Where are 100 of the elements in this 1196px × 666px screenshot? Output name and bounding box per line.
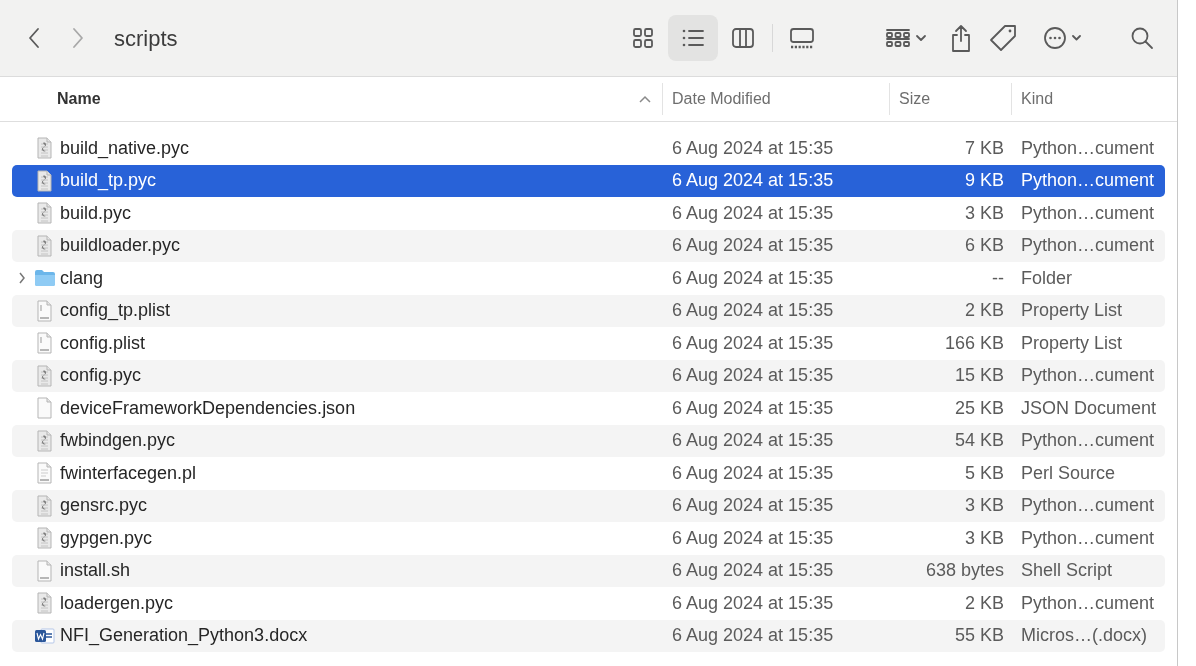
file-kind: Python…cument [1021,527,1155,548]
search-icon [1130,26,1154,50]
grid-view-icon [632,27,654,49]
word-document-icon [33,625,56,646]
plist-file-icon [36,299,53,322]
pyc-file-icon [36,169,53,192]
file-row[interactable]: config_tp.plist 6 Aug 2024 at 15:35 2 KB Property List [12,294,1165,327]
file-row[interactable]: gensrc.pyc 6 Aug 2024 at 15:35 3 KB Python…cument [12,489,1165,522]
file-name: config.plist [60,331,146,355]
shell-script-icon [36,559,53,582]
file-size: 6 KB [964,235,1004,256]
pyc-file-icon [36,527,53,550]
file-size: 3 KB [964,202,1004,223]
file-name: build_tp.pyc [60,169,157,193]
file-row[interactable]: buildloader.pyc 6 Aug 2024 at 15:35 6 KB Python…cument [12,229,1165,262]
forward-icon [71,26,85,50]
column-header[interactable]: Name [57,87,101,111]
file-row[interactable]: fwinterfacegen.pl 6 Aug 2024 at 15:35 5 KB Perl Source [12,457,1165,490]
file-name: loadergen.pyc [60,591,174,615]
tag-icon [989,24,1017,52]
date-modified: 6 Aug 2024 at 15:35 [672,592,834,613]
file-row[interactable]: install.sh 6 Aug 2024 at 15:35 638 bytes Shell Script [12,554,1165,587]
file-name: build_native.pyc [60,136,190,161]
date-modified: 6 Aug 2024 at 15:35 [672,625,834,646]
file-name: NFI_Generation_Python3.docx [60,624,308,648]
file-kind: Perl Source [1021,462,1116,483]
date-modified: 6 Aug 2024 at 15:35 [672,560,834,581]
file-row[interactable]: build_native.pyc 6 Aug 2024 at 15:35 7 KB Python…cument [12,132,1165,165]
file-kind: Python…cument [1021,235,1155,256]
file-size: 15 KB [954,365,1004,386]
file-row[interactable]: config.pyc 6 Aug 2024 at 15:35 15 KB Python…cument [12,359,1165,392]
file-name: config_tp.plist [60,299,171,323]
file-row[interactable]: fwbindgen.pyc 6 Aug 2024 at 15:35 54 KB Python…cument [12,424,1165,457]
file-size: 3 KB [964,495,1004,516]
file-kind: Python…cument [1021,430,1155,451]
column-header[interactable]: Size [899,87,931,111]
file-row[interactable]: loadergen.pyc 6 Aug 2024 at 15:35 2 KB Python…cument [12,587,1165,620]
date-modified: 6 Aug 2024 at 15:35 [672,332,834,353]
list-view-button[interactable] [668,15,718,61]
file-kind: Shell Script [1021,560,1113,581]
file-kind: Python…cument [1021,137,1155,158]
file-row[interactable]: build_tp.pyc 6 Aug 2024 at 15:35 9 KB Python…cument [12,164,1165,197]
file-kind: Property List [1021,332,1123,353]
pyc-file-icon [36,429,53,452]
date-modified: 6 Aug 2024 at 15:35 [672,365,834,386]
file-kind: Python…cument [1021,592,1155,613]
file-size: 3 KB [964,527,1004,548]
file-row[interactable]: build.pyc 6 Aug 2024 at 15:35 3 KB Python…cument [12,197,1165,230]
file-name: build.pyc [60,201,132,225]
file-size: 166 KB [944,332,1004,353]
file-kind: Python…cument [1021,495,1155,516]
file-kind: Python…cument [1021,202,1155,223]
group-icon [885,28,927,48]
folder-icon [33,269,56,288]
file-name: install.sh [60,559,131,583]
gallery-view-icon [789,27,815,49]
file-name: clang [60,266,104,290]
file-row[interactable]: config.plist 6 Aug 2024 at 15:35 166 KB Property List [12,327,1165,360]
file-size: 638 bytes [925,560,1004,581]
list-view-icon [681,27,705,49]
file-row[interactable]: NFI_Generation_Python3.docx 6 Aug 2024 at 15:35 55 KB Micros…(.docx) [12,619,1165,652]
file-kind: Folder [1021,267,1073,288]
file-name: gensrc.pyc [60,494,148,518]
column-view-icon [731,27,755,49]
date-modified: 6 Aug 2024 at 15:35 [672,235,834,256]
disclosure-chevron-icon[interactable] [18,272,26,285]
pyc-file-icon [36,494,53,517]
back-icon [27,26,41,50]
column-header[interactable]: Kind [1021,87,1054,111]
file-kind: JSON Document [1021,397,1157,418]
file-row[interactable]: deviceFrameworkDependencies.json 6 Aug 2024 at 15:35 25 KB JSON Document [12,392,1165,425]
date-modified: 6 Aug 2024 at 15:35 [672,300,834,321]
pyc-file-icon [36,137,53,160]
file-name: deviceFrameworkDependencies.json [60,396,356,420]
file-kind: Micros…(.docx) [1021,625,1147,646]
more-icon [1043,26,1081,50]
date-modified: 6 Aug 2024 at 15:35 [672,137,834,158]
document-icon [36,397,53,420]
pyc-file-icon [36,364,53,387]
date-modified: 6 Aug 2024 at 15:35 [672,267,834,288]
file-size: 2 KB [964,592,1004,613]
perl-file-icon [36,462,53,485]
column-header[interactable]: Date Modified [672,87,771,111]
date-modified: 6 Aug 2024 at 15:35 [672,462,834,483]
file-size: 25 KB [954,397,1004,418]
file-name: fwbindgen.pyc [60,429,176,453]
date-modified: 6 Aug 2024 at 15:35 [672,430,834,451]
file-size: 55 KB [954,625,1004,646]
date-modified: 6 Aug 2024 at 15:35 [672,397,834,418]
file-row[interactable]: clang 6 Aug 2024 at 15:35 -- Folder [12,262,1165,295]
file-size: -- [992,267,1004,288]
pyc-file-icon [36,202,53,225]
file-size: 9 KB [964,170,1004,191]
date-modified: 6 Aug 2024 at 15:35 [672,495,834,516]
file-kind: Python…cument [1021,365,1155,386]
file-row[interactable]: gypgen.pyc 6 Aug 2024 at 15:35 3 KB Python…cument [12,522,1165,555]
share-icon [949,23,973,53]
file-size: 5 KB [964,462,1004,483]
file-size: 54 KB [954,430,1004,451]
file-size: 2 KB [964,300,1004,321]
